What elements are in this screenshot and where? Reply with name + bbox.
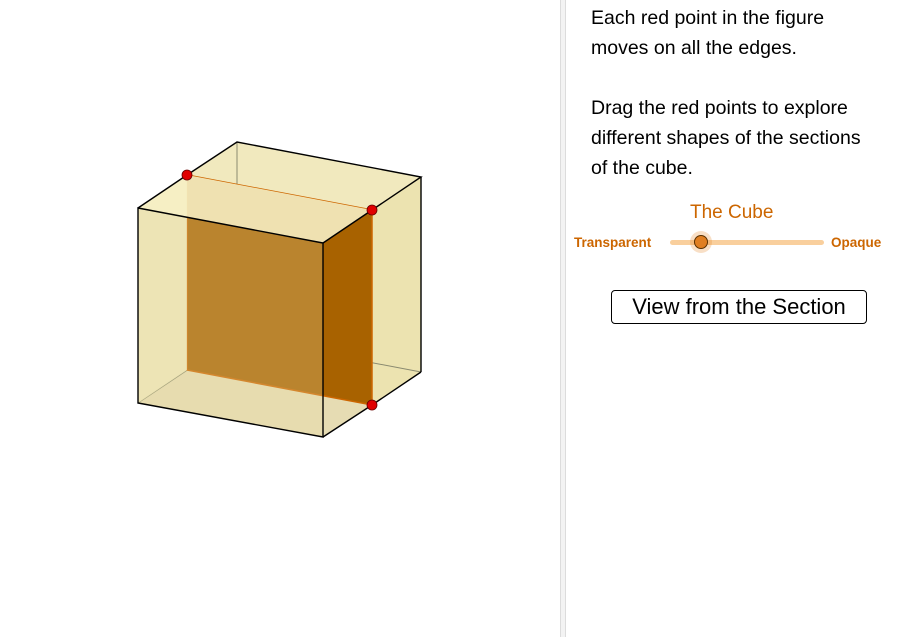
view-from-section-button[interactable]: View from the Section — [611, 290, 867, 324]
instruction-text-1: Each red point in the figure moves on al… — [591, 3, 891, 63]
slider-min-label: Transparent — [574, 235, 652, 250]
instruction-line: different shapes of the sections — [591, 127, 861, 149]
instruction-line: Drag the red points to explore — [591, 97, 848, 119]
side-panel: Each red point in the figure moves on al… — [566, 0, 924, 637]
graphics-view-3d[interactable] — [0, 0, 560, 637]
instruction-line: Each red point in the figure — [591, 7, 825, 29]
draggable-point-3[interactable] — [366, 399, 378, 411]
instruction-text-2: Drag the red points to explore different… — [591, 93, 891, 183]
slider-title: The Cube — [690, 202, 774, 223]
cube-face-front — [138, 208, 323, 437]
slider-max-label: Opaque — [831, 235, 882, 250]
opacity-slider-knob[interactable] — [693, 235, 708, 249]
cube-figure[interactable] — [0, 0, 560, 637]
draggable-point-1[interactable] — [181, 169, 193, 181]
instruction-line: moves on all the edges. — [591, 37, 797, 59]
draggable-point-2[interactable] — [366, 204, 378, 216]
instruction-line: of the cube. — [591, 157, 693, 179]
